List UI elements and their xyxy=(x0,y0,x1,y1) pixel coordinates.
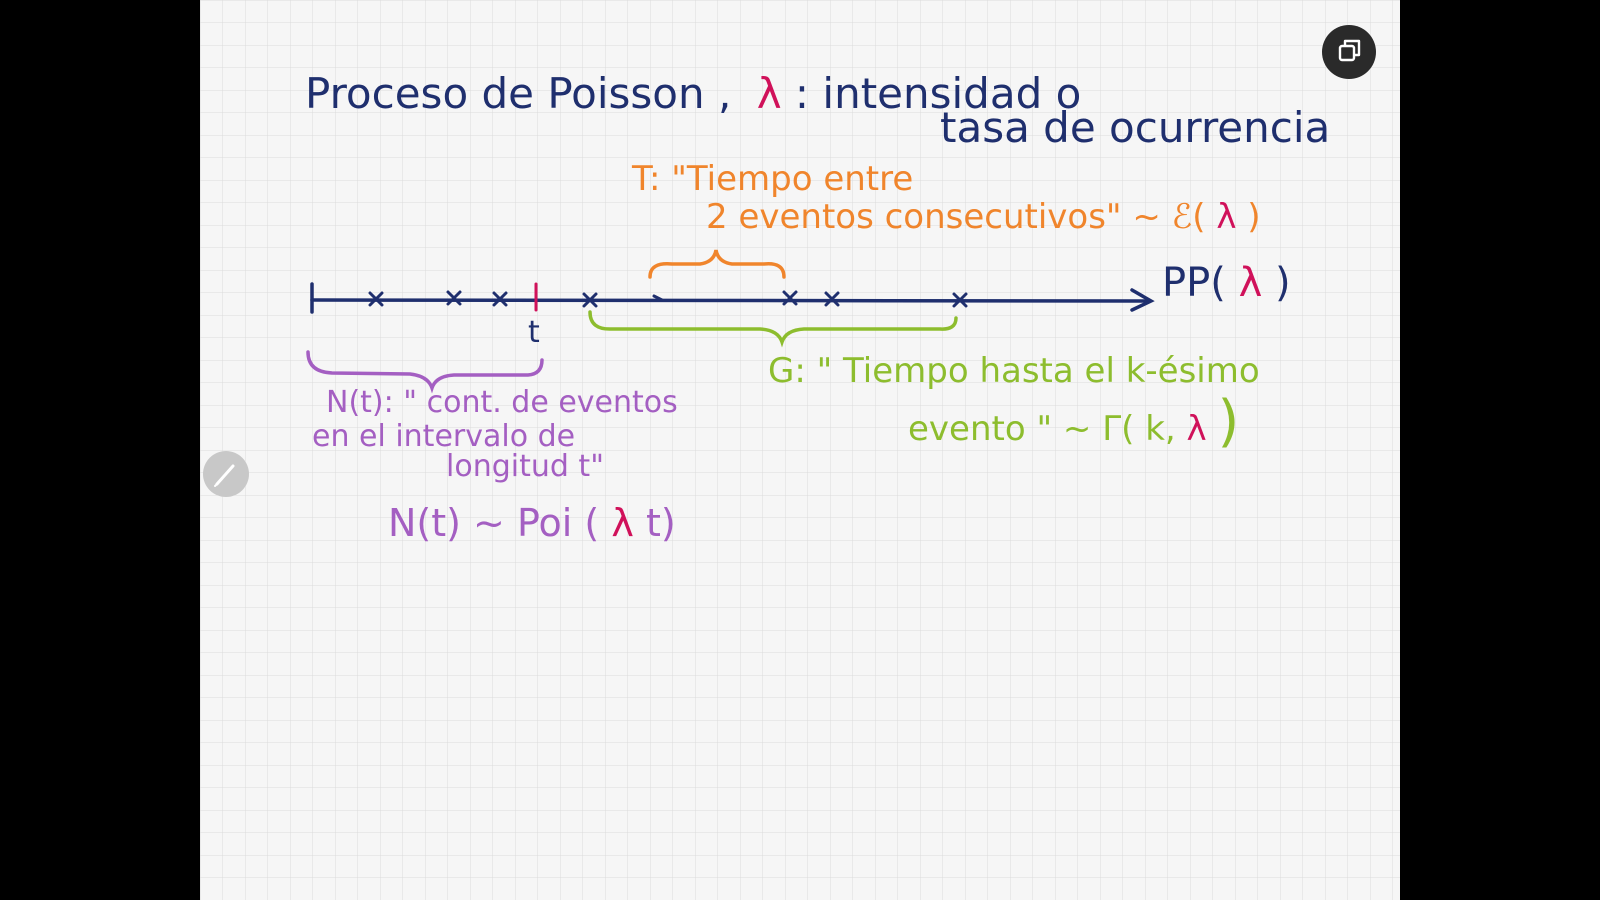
orange-note-line2: 2 eventos consecutivos" ~ ℰ( λ ) xyxy=(706,197,1261,237)
t-label: t xyxy=(528,315,540,350)
green-note-lambda: λ xyxy=(1187,409,1207,449)
orange-note-line1: T: "Tiempo entre xyxy=(631,159,913,199)
green-note-line1: G: " Tiempo hasta el k-ésimo xyxy=(768,351,1260,391)
orange-note-lambda: λ xyxy=(1216,197,1236,237)
purple-note-line3: longitud t" xyxy=(446,449,604,484)
purple-note-line1: N(t): " cont. de eventos xyxy=(326,385,678,420)
purple-formula-lambda: λ xyxy=(611,501,634,545)
pen-tool-button[interactable] xyxy=(203,451,249,497)
title-lambda: λ xyxy=(757,69,782,118)
purple-formula-prefix: N(t) ~ Poi ( xyxy=(388,501,599,545)
video-frame: Proceso de Poisson , λ : intensidad o ta… xyxy=(0,0,1600,900)
exit-fullscreen-button[interactable] xyxy=(1322,25,1376,79)
pp-lambda: λ xyxy=(1239,260,1263,306)
green-note-suffix: ) xyxy=(1217,389,1239,454)
orange-note-prefix: 2 eventos consecutivos" ~ ℰ( xyxy=(706,197,1206,237)
purple-note-formula: N(t) ~ Poi ( λ t) xyxy=(388,501,676,545)
pp-suffix: ) xyxy=(1275,260,1291,306)
pp-prefix: PP( xyxy=(1162,260,1226,306)
pp-label: PP( λ ) xyxy=(1162,260,1291,306)
title-line2: tasa de ocurrencia xyxy=(940,103,1330,152)
title-prefix: Proceso de Poisson , xyxy=(305,69,731,118)
green-note-prefix: evento " ~ Γ( k, xyxy=(908,409,1176,449)
orange-note-suffix: ) xyxy=(1247,197,1260,237)
purple-formula-suffix: t) xyxy=(646,501,676,545)
